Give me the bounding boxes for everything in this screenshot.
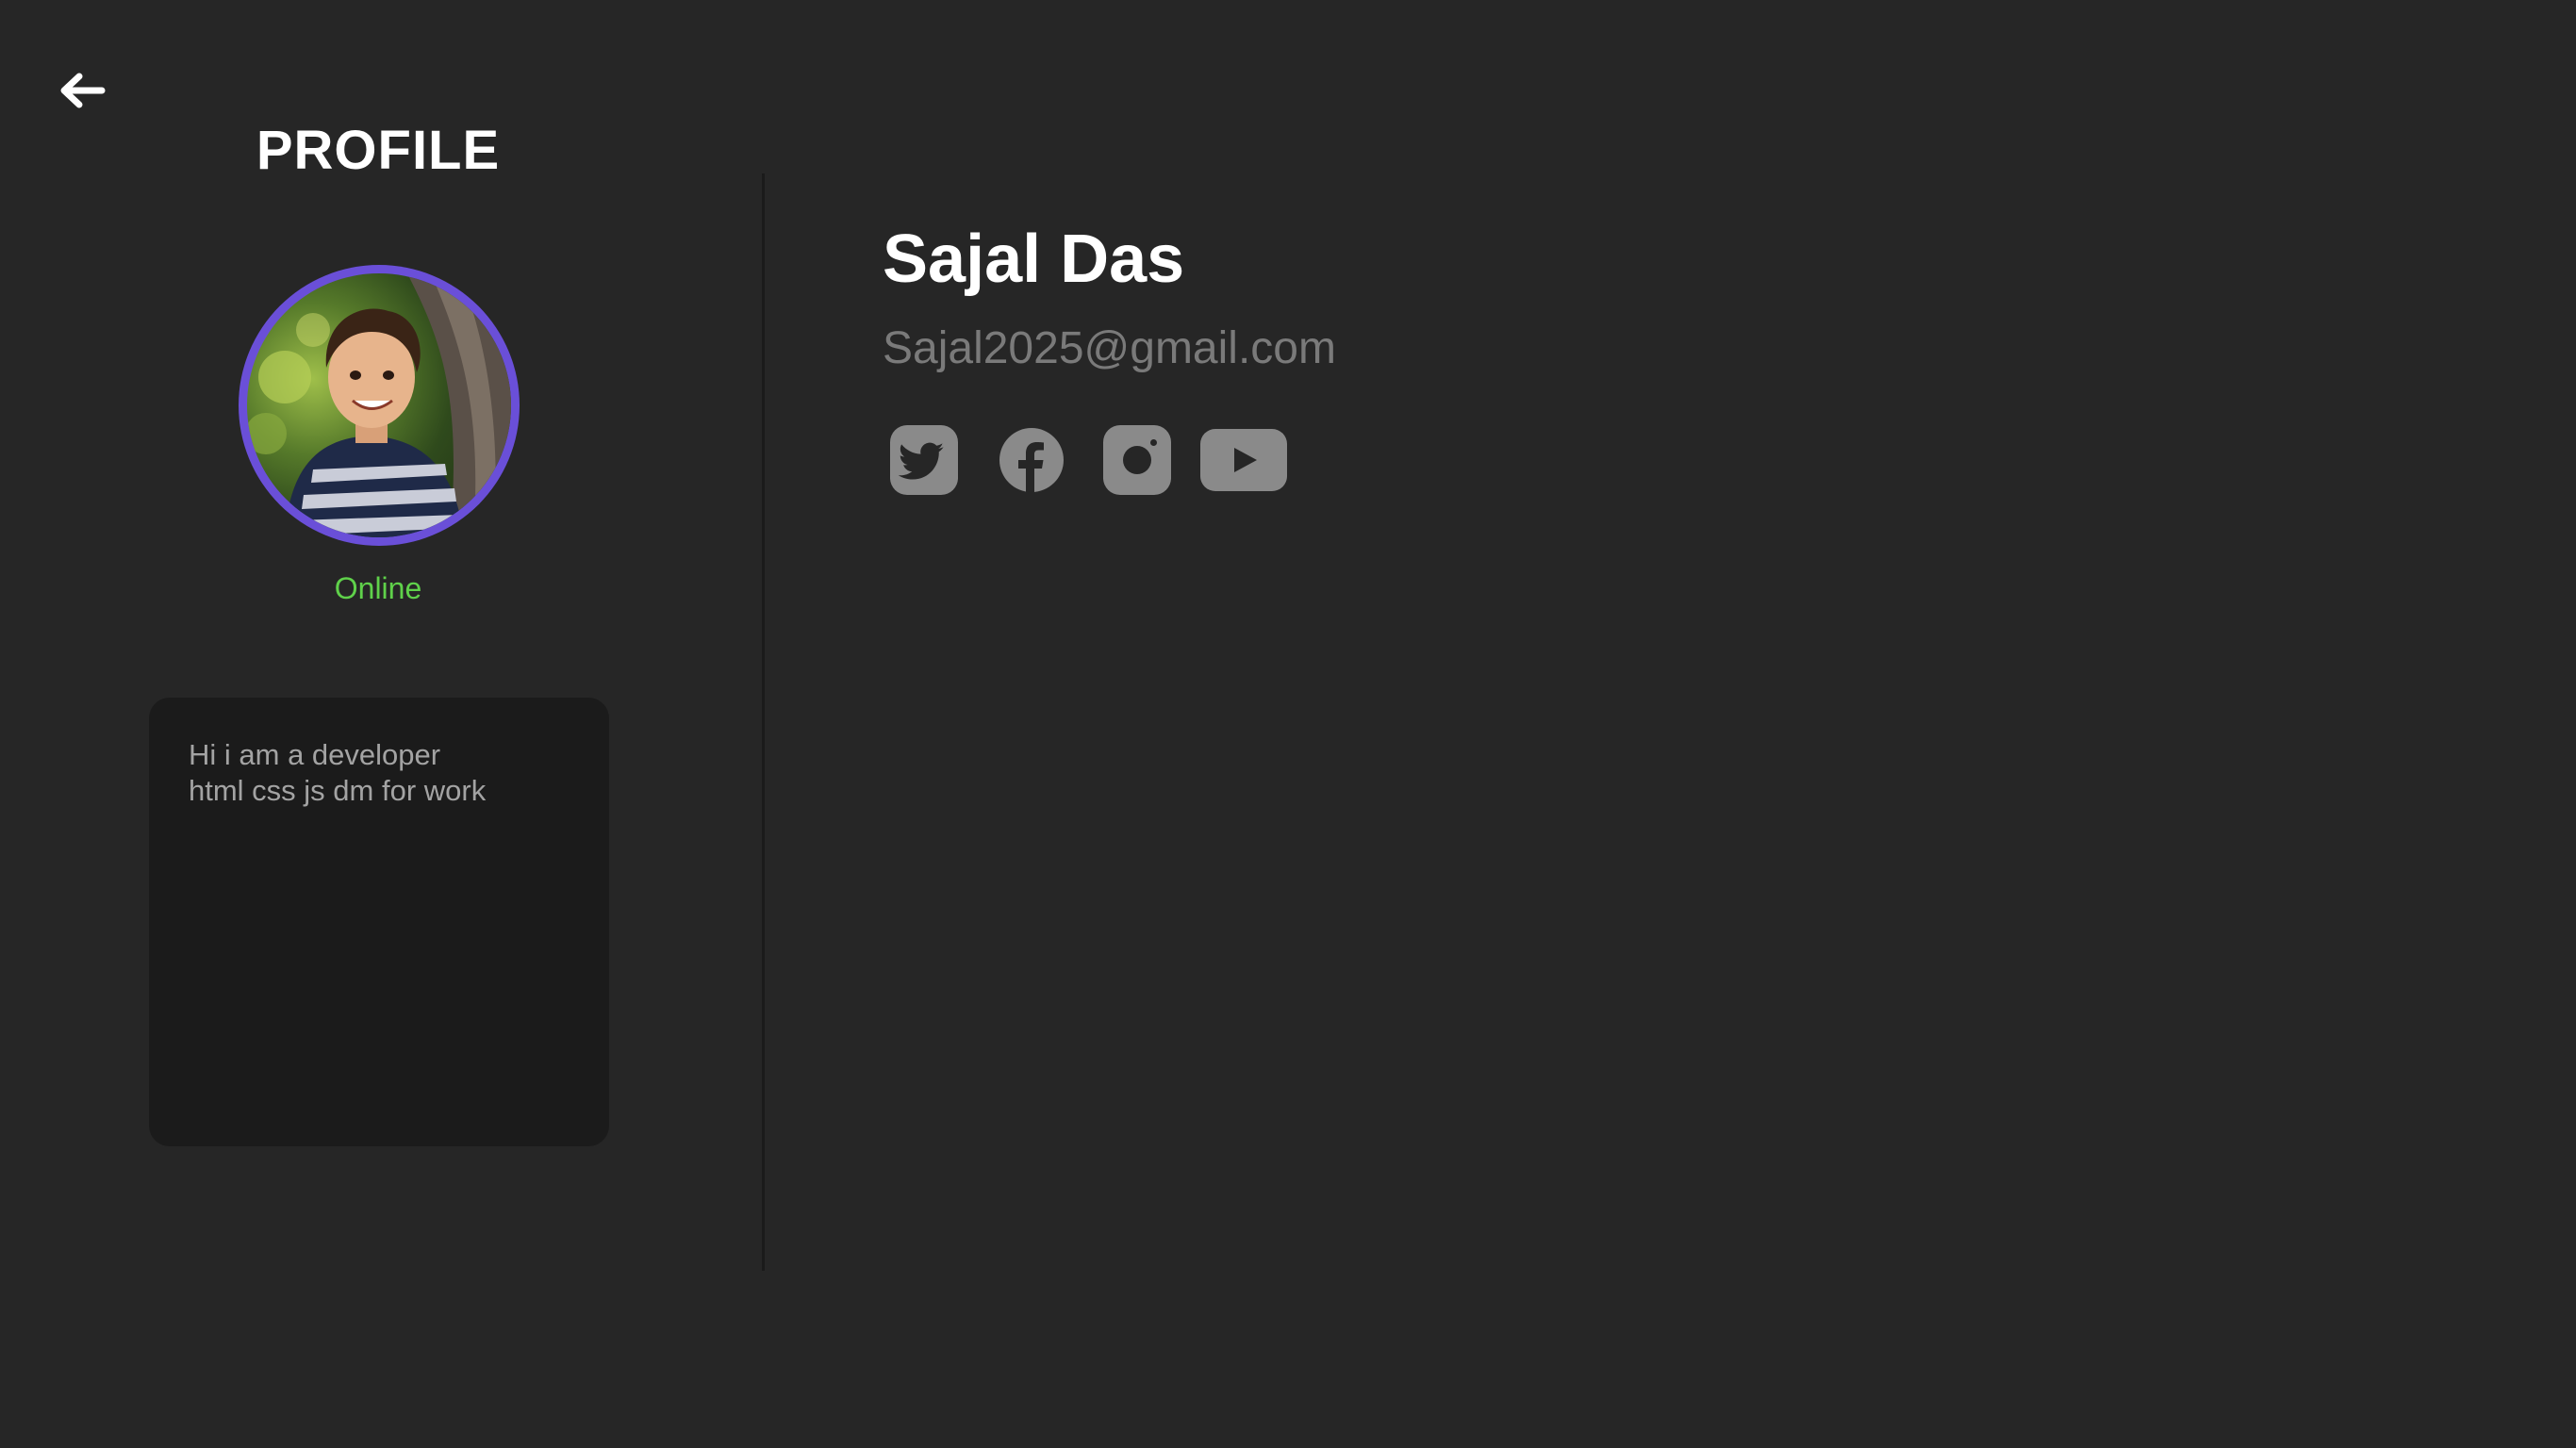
- page-title: PROFILE: [256, 120, 501, 181]
- instagram-icon: [1103, 425, 1171, 495]
- avatar-photo: [247, 273, 511, 537]
- profile-email: Sajal2025@gmail.com: [883, 323, 1336, 373]
- twitter-link[interactable]: [888, 422, 960, 498]
- online-status: Online: [334, 571, 422, 605]
- instagram-link[interactable]: [1101, 422, 1173, 498]
- back-button[interactable]: [53, 66, 109, 115]
- profile-page: PROFILE Online Hi i am a developer html …: [0, 0, 2576, 1448]
- youtube-icon: [1200, 429, 1287, 491]
- profile-name: Sajal Das: [883, 222, 1185, 297]
- youtube-link[interactable]: [1199, 422, 1288, 498]
- twitter-icon: [890, 425, 958, 495]
- facebook-link[interactable]: [998, 422, 1065, 498]
- arrow-left-icon: [60, 73, 106, 108]
- facebook-icon: [999, 428, 1064, 493]
- bio-line: html css js dm for work: [189, 774, 487, 807]
- bio-card: Hi i am a developer html css js dm for w…: [149, 698, 609, 1146]
- vertical-divider: [762, 173, 765, 1271]
- bio-line: Hi i am a developer: [189, 738, 441, 771]
- avatar: [239, 265, 520, 546]
